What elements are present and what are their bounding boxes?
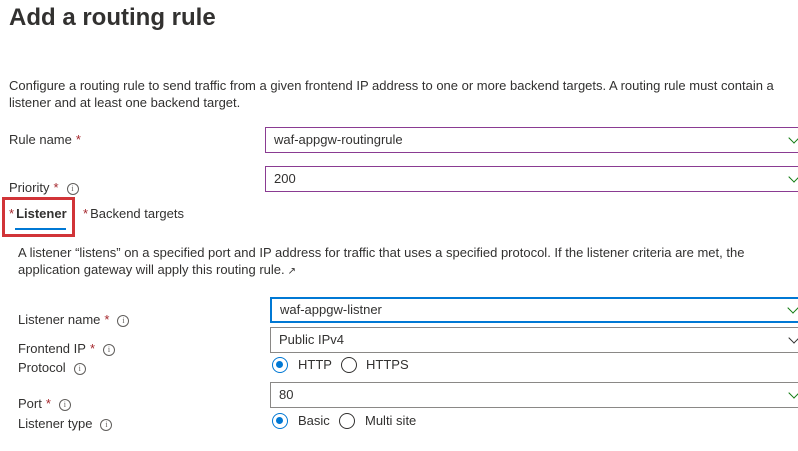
listener-type-multisite-radio[interactable] [339, 413, 355, 429]
info-icon[interactable]: i [103, 343, 115, 356]
highlight-box [2, 197, 75, 237]
listener-description: A listener “listens” on a specified port… [18, 245, 745, 277]
chevron-down-icon [788, 171, 798, 183]
listener-type-label: Listener type i [18, 415, 113, 433]
chevron-down-icon [788, 132, 798, 144]
info-icon[interactable]: i [117, 314, 130, 327]
port-input[interactable]: 80 [270, 382, 798, 408]
required-marker: * [104, 312, 110, 327]
frontend-ip-dropdown[interactable]: Public IPv4 [270, 327, 798, 353]
required-marker: * [45, 396, 51, 411]
protocol-https-label: HTTPS [366, 357, 409, 372]
page-description: Configure a routing rule to send traffic… [9, 78, 774, 110]
listener-type-basic-label: Basic [298, 413, 330, 428]
info-icon[interactable]: i [58, 398, 71, 411]
listener-type-multisite-label: Multi site [365, 413, 417, 428]
listener-type-basic-radio[interactable] [272, 413, 288, 429]
chevron-down-icon [787, 302, 798, 314]
protocol-http-label: HTTP [298, 357, 332, 372]
external-link-icon[interactable]: ↗ [288, 266, 296, 277]
protocol-http-radio[interactable] [272, 357, 288, 373]
chevron-down-icon [788, 332, 798, 344]
frontend-ip-label: Frontend IP * i [18, 340, 115, 358]
info-icon[interactable]: i [66, 182, 79, 195]
priority-label: Priority * i [9, 179, 79, 197]
required-marker: * [89, 341, 95, 356]
protocol-label: Protocol i [18, 359, 86, 377]
required-marker: * [75, 132, 81, 147]
info-icon[interactable]: i [73, 362, 86, 375]
required-marker: * [53, 180, 59, 195]
listener-name-label: Listener name * i [18, 311, 130, 329]
protocol-https-radio[interactable] [341, 357, 357, 373]
rule-name-label: Rule name * [9, 132, 81, 147]
info-icon[interactable]: i [100, 418, 113, 431]
port-label: Port * i [18, 395, 71, 413]
priority-input[interactable]: 200 [265, 166, 798, 192]
listener-name-input[interactable]: waf-appgw-listner [270, 297, 798, 323]
tab-backend-targets[interactable]: * Backend targets [83, 206, 184, 221]
chevron-down-icon [788, 387, 798, 399]
page-title: Add a routing rule [9, 4, 216, 31]
rule-name-input[interactable]: waf-appgw-routingrule [265, 127, 798, 153]
